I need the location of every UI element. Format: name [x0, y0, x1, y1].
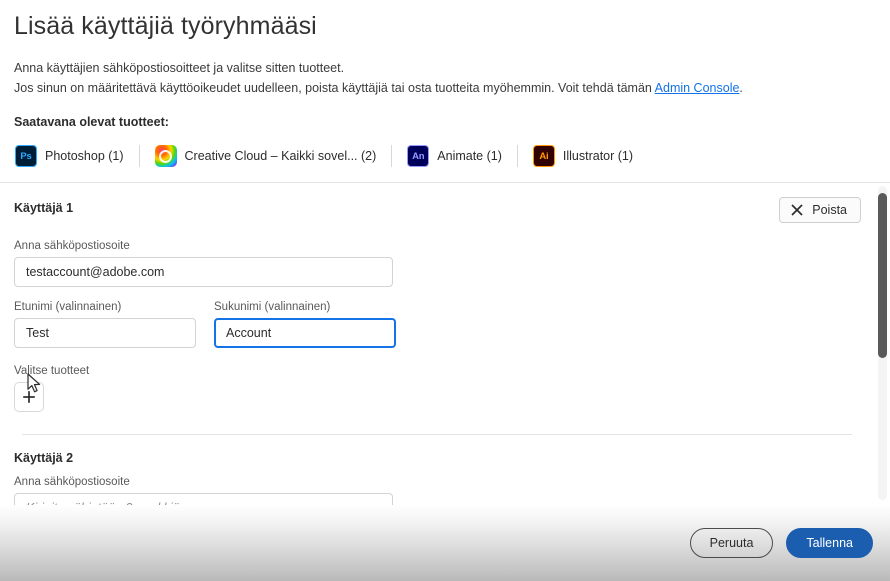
description-text-after-link: . [739, 81, 743, 95]
product-chip-photoshop: Ps Photoshop (1) [15, 145, 139, 168]
user-block-1: Käyttäjä 1 Poista Anna sähköpostiosoite … [0, 183, 890, 435]
user-1-email-group: Anna sähköpostiosoite [14, 240, 876, 287]
remove-user-1-label: Poista [812, 203, 847, 217]
description-line-2: Jos sinun on määritettävä käyttöoikeudet… [14, 78, 876, 98]
admin-console-link[interactable]: Admin Console [655, 81, 740, 95]
product-chip-illustrator: Ai Illustrator (1) [532, 145, 648, 168]
chip-divider [391, 145, 393, 168]
product-chip-creative-cloud: Creative Cloud – Kaikki sovel... (2) [154, 145, 392, 168]
dialog-footer: Peruuta Tallenna [0, 505, 890, 581]
user-1-header-row: Käyttäjä 1 Poista [14, 197, 876, 223]
creative-cloud-icon [154, 145, 177, 168]
product-label-creative-cloud: Creative Cloud – Kaikki sovel... (2) [184, 149, 377, 164]
animate-icon: An [407, 145, 430, 168]
user-2-email-label: Anna sähköpostiosoite [14, 476, 130, 488]
remove-user-1-button[interactable]: Poista [779, 197, 861, 223]
product-label-photoshop: Photoshop (1) [45, 149, 124, 164]
illustrator-icon: Ai [532, 145, 555, 168]
user-1-first-name-label: Etunimi (valinnainen) [14, 301, 122, 313]
photoshop-icon: Ps [15, 145, 37, 168]
chip-divider [138, 145, 140, 168]
plus-icon [23, 391, 35, 403]
user-2-email-input[interactable] [14, 493, 393, 505]
cancel-button[interactable]: Peruuta [689, 528, 774, 558]
user-1-title: Käyttäjä 1 [14, 201, 74, 215]
dialog-header: Lisää käyttäjiä työryhmääsi Anna käyttäj… [0, 0, 890, 180]
available-products-label: Saatavana olevat tuotteet: [14, 115, 169, 130]
product-chip-animate: An Animate (1) [407, 145, 517, 168]
available-products-list: Ps Photoshop (1) Creative Cloud – Kaikki… [14, 145, 876, 180]
user-1-last-name-input[interactable] [214, 318, 396, 348]
illustrator-icon-abbr: Ai [539, 150, 549, 162]
user-1-products-label: Valitse tuotteet [14, 365, 90, 377]
user-1-first-name-group: Etunimi (valinnainen) [14, 301, 196, 348]
user-1-last-name-group: Sukunimi (valinnainen) [214, 301, 396, 348]
user-1-email-label: Anna sähköpostiosoite [14, 240, 130, 252]
product-label-illustrator: Illustrator (1) [562, 149, 634, 164]
photoshop-icon-abbr: Ps [20, 150, 32, 162]
user-1-email-input[interactable] [14, 257, 393, 287]
users-scroll-area[interactable]: Käyttäjä 1 Poista Anna sähköpostiosoite … [0, 182, 890, 505]
close-icon [791, 204, 803, 216]
user-1-first-name-input[interactable] [14, 318, 196, 348]
user-block-2: Käyttäjä 2 Anna sähköpostiosoite [0, 435, 890, 505]
user-1-name-row: Etunimi (valinnainen) Sukunimi (valinnai… [14, 301, 876, 348]
add-product-button[interactable] [14, 382, 44, 412]
user-1-products-group: Valitse tuotteet [14, 365, 876, 412]
users-scrollbar-track[interactable] [878, 186, 887, 500]
user-2-title: Käyttäjä 2 [14, 451, 74, 465]
chip-divider [516, 145, 518, 168]
users-scrollbar-thumb[interactable] [878, 193, 887, 358]
product-label-animate: Animate (1) [437, 149, 502, 164]
animate-icon-abbr: An [412, 150, 425, 162]
description-text-before-link: Jos sinun on määritettävä käyttöoikeudet… [14, 81, 655, 95]
save-button[interactable]: Tallenna [786, 528, 873, 558]
description-line-1: Anna käyttäjien sähköpostiosoitteet ja v… [14, 60, 345, 75]
user-2-email-group: Anna sähköpostiosoite [14, 476, 876, 505]
user-1-last-name-label: Sukunimi (valinnainen) [214, 301, 331, 313]
page-title: Lisää käyttäjiä työryhmääsi [14, 12, 317, 40]
